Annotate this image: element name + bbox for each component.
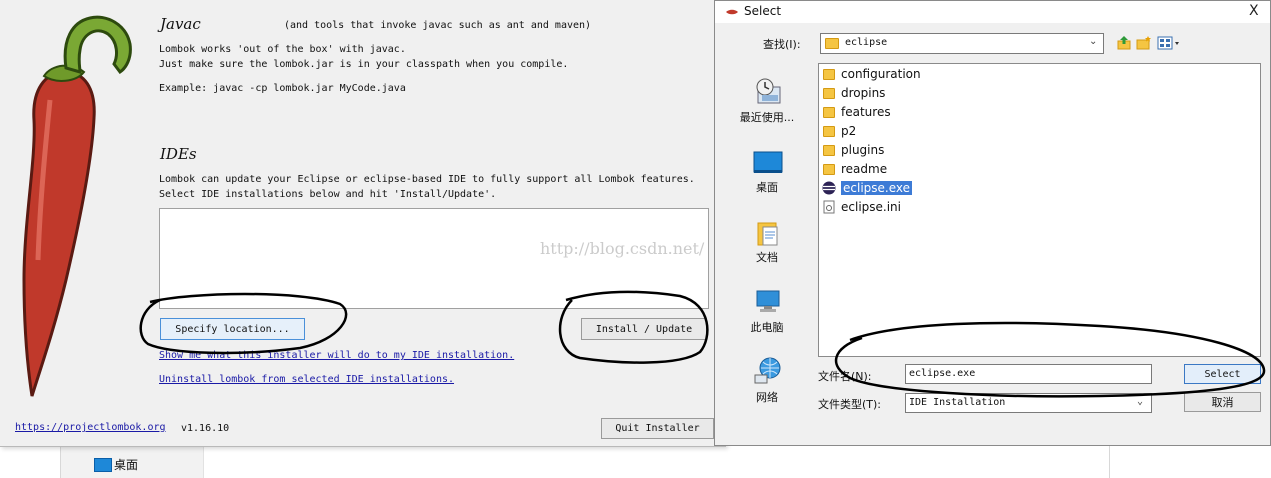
folder-icon [823, 163, 835, 175]
filename-label: 文件名(N): [818, 370, 872, 383]
uninstall-link[interactable]: Uninstall lombok from selected IDE insta… [159, 374, 454, 385]
show-actions-link[interactable]: Show me what this installer will do to m… [159, 350, 514, 361]
file-row-eclipse-exe[interactable]: eclipse.exe [821, 179, 913, 197]
ide-installations-list[interactable] [159, 208, 709, 309]
file-name: p2 [841, 124, 857, 138]
folder-icon [823, 87, 835, 99]
watermark-text: http://blog.csdn.net/ [540, 239, 705, 258]
filetype-label: 文件类型(T): [818, 398, 882, 411]
look-in-dropdown[interactable]: eclipse ⌄ [820, 33, 1104, 54]
new-folder-icon[interactable] [1136, 35, 1152, 51]
ides-heading: IDEs [160, 145, 197, 163]
file-row-eclipse-ini[interactable]: eclipse.ini [821, 198, 901, 216]
file-row-features[interactable]: features [821, 103, 891, 121]
file-row-configuration[interactable]: configuration [821, 65, 921, 83]
places-bar: 最近使用... 桌面 文档 此电脑 网络 [725, 63, 811, 413]
config-file-icon [823, 200, 835, 214]
website-link[interactable]: https://projectlombok.org [15, 422, 166, 433]
file-name-selected: eclipse.exe [841, 181, 913, 195]
file-list[interactable]: configuration dropins features p2 plugin… [818, 63, 1261, 357]
folder-icon [823, 68, 835, 80]
up-folder-icon[interactable] [1116, 35, 1132, 51]
java-cup-icon [726, 9, 738, 15]
this-pc-place-icon[interactable] [754, 289, 782, 315]
file-name: features [841, 105, 891, 119]
places-this-pc-label[interactable]: 此电脑 [725, 319, 809, 335]
look-in-label: 查找(I): [763, 38, 801, 51]
view-menu-icon[interactable] [1157, 35, 1181, 51]
select-button[interactable]: Select [1184, 364, 1261, 384]
file-name: eclipse.ini [841, 200, 901, 214]
file-row-readme[interactable]: readme [821, 160, 887, 178]
file-name: readme [841, 162, 888, 176]
dialog-title: Select [744, 4, 782, 18]
quit-installer-button[interactable]: Quit Installer [601, 418, 714, 439]
recent-places-icon[interactable] [752, 77, 784, 107]
javac-example: Example: javac -cp lombok.jar MyCode.jav… [159, 83, 406, 94]
places-desktop-label[interactable]: 桌面 [725, 179, 809, 195]
lombok-pepper-logo-icon [22, 15, 132, 397]
ides-description-line1: Lombok can update your Eclipse or eclips… [159, 174, 695, 185]
chevron-down-icon: ⌄ [1137, 396, 1144, 407]
ides-description-line2: Select IDE installations below and hit '… [159, 189, 497, 200]
network-place-icon[interactable] [753, 357, 783, 385]
folder-icon [823, 144, 835, 156]
file-name: dropins [841, 86, 886, 100]
select-file-dialog: Select X 查找(I): eclipse ⌄ 最近使用... 桌面 文档 … [714, 0, 1271, 446]
dialog-close-button[interactable]: X [1249, 3, 1259, 19]
javac-description-line2: Just make sure the lombok.jar is in your… [159, 59, 569, 70]
desktop-icon [94, 458, 112, 472]
folder-icon [823, 125, 835, 137]
eclipse-icon [822, 181, 836, 195]
javac-note: (and tools that invoke javac such as ant… [284, 20, 592, 31]
dialog-titlebar[interactable]: Select X [715, 1, 1270, 23]
filetype-dropdown[interactable]: IDE Installation ⌄ [905, 393, 1152, 413]
file-row-plugins[interactable]: plugins [821, 141, 884, 159]
file-name: plugins [841, 143, 885, 157]
documents-place-icon[interactable] [756, 219, 780, 247]
version-label: v1.16.10 [181, 423, 230, 434]
chevron-down-icon: ⌄ [1089, 36, 1098, 47]
background-desktop-label[interactable]: 桌面 [114, 456, 138, 473]
javac-description-line1: Lombok works 'out of the box' with javac… [159, 44, 406, 55]
look-in-value: eclipse [845, 37, 888, 48]
folder-icon [825, 38, 839, 49]
places-network-label[interactable]: 网络 [725, 389, 809, 405]
places-documents-label[interactable]: 文档 [725, 249, 809, 265]
lombok-installer-window: Javac (and tools that invoke javac such … [0, 0, 726, 447]
filetype-value: IDE Installation [909, 397, 1006, 408]
cancel-button[interactable]: 取消 [1184, 392, 1261, 412]
install-update-button[interactable]: Install / Update [581, 318, 707, 340]
specify-location-button[interactable]: Specify location... [160, 318, 305, 340]
javac-heading: Javac [160, 15, 201, 33]
file-row-dropins[interactable]: dropins [821, 84, 885, 102]
file-row-p2[interactable]: p2 [821, 122, 856, 140]
filename-input[interactable]: eclipse.exe [905, 364, 1152, 384]
desktop-place-icon[interactable] [752, 151, 784, 175]
folder-icon [823, 106, 835, 118]
file-name: configuration [841, 67, 921, 81]
places-recent-label[interactable]: 最近使用... [725, 109, 809, 125]
